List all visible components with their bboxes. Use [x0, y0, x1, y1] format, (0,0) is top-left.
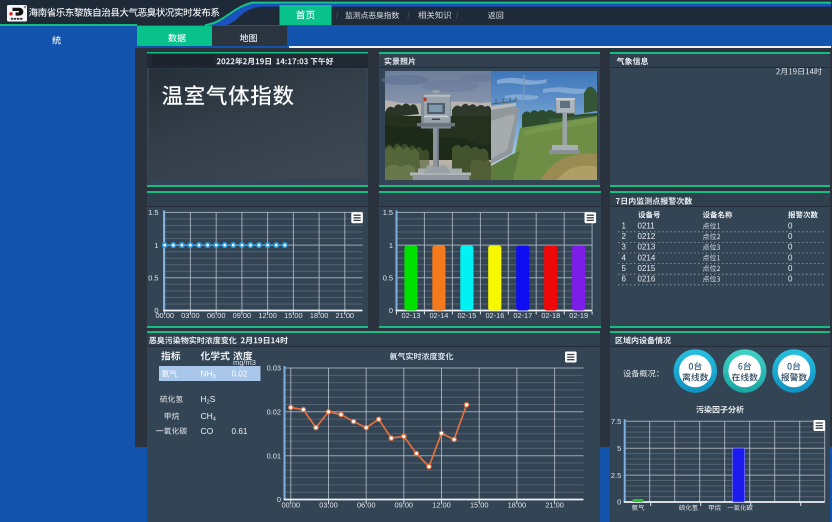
svg-text:5: 5: [622, 264, 627, 273]
svg-text:mg/m3: mg/m3: [233, 358, 256, 367]
svg-text:0212: 0212: [638, 232, 656, 241]
svg-text:0.61: 0.61: [232, 427, 248, 436]
svg-text:1: 1: [389, 241, 393, 250]
svg-text:0: 0: [277, 495, 281, 504]
svg-text:0: 0: [788, 243, 793, 252]
svg-text:0.02: 0.02: [232, 370, 248, 379]
svg-text:7.5: 7.5: [611, 417, 621, 426]
svg-text:1: 1: [622, 222, 627, 231]
svg-text:2.5: 2.5: [611, 471, 621, 480]
svg-text:0215: 0215: [638, 264, 656, 273]
svg-text:0216: 0216: [638, 275, 656, 284]
svg-text:02-13: 02-13: [402, 311, 421, 320]
svg-text:3: 3: [622, 243, 627, 252]
svg-text:0.5: 0.5: [383, 274, 393, 283]
svg-text:5: 5: [617, 444, 621, 453]
svg-text:0214: 0214: [638, 253, 656, 262]
svg-text:0: 0: [617, 498, 621, 507]
svg-text:0.03: 0.03: [267, 364, 281, 373]
svg-text:02-19: 02-19: [569, 311, 588, 320]
svg-text:02-17: 02-17: [513, 311, 532, 320]
svg-text:0: 0: [788, 264, 793, 273]
svg-text:CO: CO: [201, 426, 214, 436]
svg-text:0213: 0213: [638, 243, 656, 252]
svg-text:4: 4: [622, 253, 627, 262]
svg-text:02-15: 02-15: [457, 311, 476, 320]
svg-text:02-16: 02-16: [485, 311, 504, 320]
svg-text:CH4: CH4: [201, 411, 216, 423]
svg-text:0: 0: [788, 232, 793, 241]
svg-text:0: 0: [788, 222, 793, 231]
svg-text:1.5: 1.5: [148, 208, 158, 217]
svg-text:02-14: 02-14: [429, 311, 448, 320]
svg-text:0.01: 0.01: [267, 451, 281, 460]
svg-text:0.02: 0.02: [267, 408, 281, 417]
svg-text:1.5: 1.5: [383, 208, 393, 217]
svg-text:0211: 0211: [638, 222, 656, 231]
svg-text:0: 0: [389, 306, 393, 315]
svg-text:0: 0: [788, 253, 793, 262]
svg-text:6: 6: [622, 275, 627, 284]
svg-text:02-18: 02-18: [541, 311, 560, 320]
svg-text:0: 0: [788, 275, 793, 284]
svg-text:0.5: 0.5: [148, 274, 158, 283]
svg-text:1: 1: [154, 241, 158, 250]
svg-text:H2S: H2S: [201, 394, 216, 406]
svg-text:2: 2: [622, 232, 627, 241]
